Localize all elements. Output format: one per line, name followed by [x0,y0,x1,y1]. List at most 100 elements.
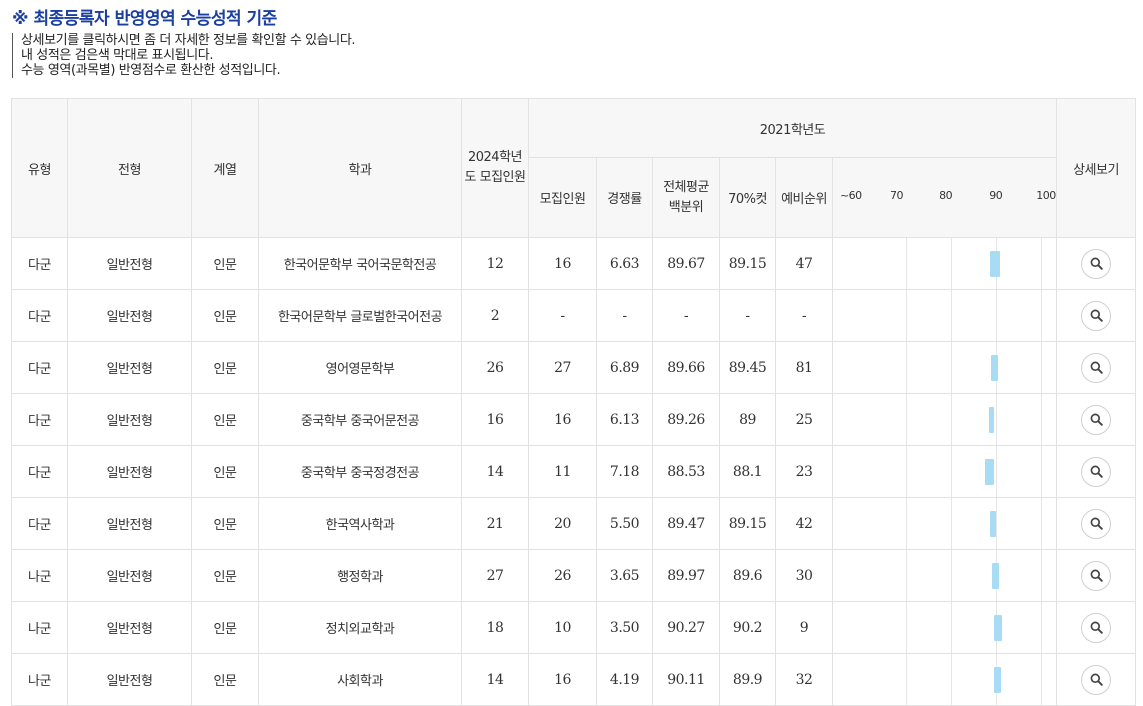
cell-admission: 일반전형 [67,237,192,290]
cell-cut70: 89.45 [719,341,776,394]
cell-recruit-2024: 26 [461,341,529,394]
header-track: 계열 [191,98,259,238]
search-icon [1090,621,1103,634]
score-bar-cell [832,393,1057,446]
gridline [1040,654,1042,705]
header-type: 유형 [11,98,68,238]
cell-track: 인문 [191,601,259,654]
cell-track: 인문 [191,393,259,446]
cell-recruit: 20 [528,497,597,550]
detail-button[interactable] [1081,404,1111,435]
cell-avg-percentile: 89.47 [652,497,720,550]
notice-line: 수능 영역(과목별) 반영점수로 환산한 성적입니다. [21,63,281,78]
gridline [906,238,908,289]
search-icon [1090,517,1103,530]
cell-detail [1056,653,1136,706]
detail-button[interactable] [1081,560,1111,591]
gridline [950,550,952,601]
cell-cut70: 89.15 [719,497,776,550]
gridline [906,550,908,601]
search-icon [1090,361,1103,374]
cell-recruit: 16 [528,653,597,706]
detail-button[interactable] [1081,456,1111,487]
cell-dept: 정치외교학과 [258,601,462,654]
score-bar-cell [832,445,1057,498]
gridline [1040,550,1042,601]
cell-competition: 3.50 [596,601,653,654]
cell-recruit: 11 [528,445,597,498]
gridline [1040,602,1042,653]
gridline [950,602,952,653]
gridline [950,498,952,549]
header-score-scale: ~60 70 80 90 100 [832,157,1057,238]
cell-competition: 6.63 [596,237,653,290]
gridline [995,394,997,445]
cell-type: 나군 [11,653,68,706]
gridline [950,342,952,393]
header-competition: 경쟁률 [596,157,653,238]
detail-button[interactable] [1081,664,1111,695]
header-cut70: 70%컷 [719,157,776,238]
detail-button[interactable] [1081,248,1111,279]
header-waitlist: 예비순위 [775,157,833,238]
cell-type: 다군 [11,289,68,342]
search-icon [1090,413,1103,426]
cell-recruit-2024: 16 [461,393,529,446]
search-icon [1090,673,1103,686]
cell-dept: 행정학과 [258,549,462,602]
score-bar-cell [832,237,1057,290]
cell-type: 다군 [11,237,68,290]
cell-type: 다군 [11,445,68,498]
cell-avg-percentile: - [652,289,720,342]
scale-label: 80 [939,189,953,202]
scale-label: 90 [989,189,1003,202]
cell-cut70: 88.1 [719,445,776,498]
score-bar-cell [832,601,1057,654]
gridline [1040,394,1042,445]
gridline [906,654,908,705]
notice-line: 내 성적은 검은색 막대로 표시됩니다. [21,48,214,63]
cell-track: 인문 [191,653,259,706]
notice-line: 상세보기를 클릭하시면 좀 더 자세한 정보를 확인할 수 있습니다. [21,33,356,48]
cell-type: 나군 [11,549,68,602]
cell-recruit-2024: 27 [461,549,529,602]
cell-recruit: 10 [528,601,597,654]
gridline [1040,498,1042,549]
cell-recruit-2024: 12 [461,237,529,290]
cell-track: 인문 [191,289,259,342]
cell-detail [1056,497,1136,550]
score-bar-cell [832,341,1057,394]
gridline [995,290,997,341]
cell-dept: 한국역사학과 [258,497,462,550]
cell-admission: 일반전형 [67,289,192,342]
cell-competition: 6.13 [596,393,653,446]
cell-cut70: - [719,289,776,342]
detail-button[interactable] [1081,352,1111,383]
cell-avg-percentile: 89.67 [652,237,720,290]
score-range-bar [989,510,996,537]
header-detail: 상세보기 [1056,98,1136,238]
cell-cut70: 90.2 [719,601,776,654]
score-range-bar [989,406,994,433]
cell-detail [1056,289,1136,342]
cell-track: 인문 [191,497,259,550]
cell-avg-percentile: 89.66 [652,341,720,394]
header-recruit-2024: 2024학년도 모집인원 [461,98,529,238]
search-icon [1090,569,1103,582]
header-recruit: 모집인원 [528,157,597,238]
gridline [950,290,952,341]
cell-waitlist: 42 [775,497,833,550]
scale-label: 70 [890,189,904,202]
cell-waitlist: 23 [775,445,833,498]
cell-admission: 일반전형 [67,653,192,706]
score-table: 유형 전형 계열 학과 2024학년도 모집인원 2021학년도 상세보기 모집… [11,98,1136,706]
detail-button[interactable] [1081,508,1111,539]
cell-recruit: 16 [528,393,597,446]
cell-recruit: - [528,289,597,342]
cell-recruit-2024: 18 [461,601,529,654]
detail-button[interactable] [1081,300,1111,331]
table-row: 나군 일반전형 인문 정치외교학과 18 10 3.50 90.27 90.2 9 [11,601,1136,654]
gridline [1040,342,1042,393]
cell-competition: 3.65 [596,549,653,602]
detail-button[interactable] [1081,612,1111,643]
